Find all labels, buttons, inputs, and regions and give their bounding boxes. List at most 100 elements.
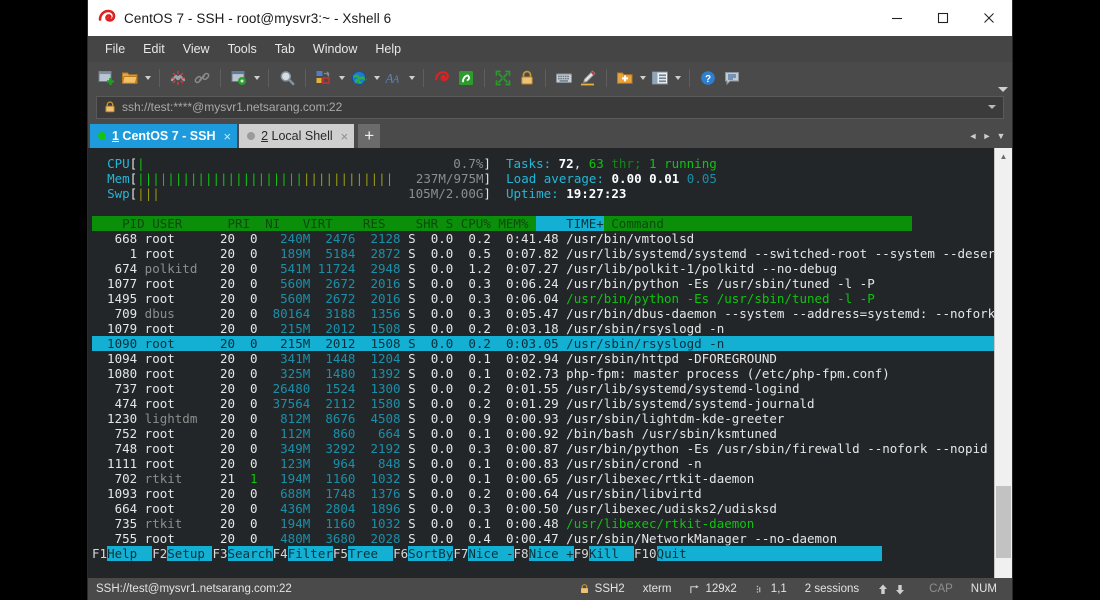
keyboard-macro-icon[interactable]: [552, 65, 576, 91]
window-title: CentOS 7 - SSH - root@mysvr3:~ - Xshell …: [124, 11, 391, 26]
tab-close-icon[interactable]: ×: [224, 129, 232, 144]
htop-process-row[interactable]: 752 root 20 0 112M 860 664 S 0.0 0.1 0:0…: [92, 426, 994, 441]
split-view-dropdown-caret-icon[interactable]: [672, 65, 683, 91]
chat-icon[interactable]: [720, 65, 744, 91]
status-protocol-label: SSH2: [595, 583, 625, 595]
address-dropdown-caret-icon[interactable]: [988, 105, 996, 109]
find-search-icon[interactable]: [275, 65, 299, 91]
scrollbar-thumb[interactable]: [996, 486, 1011, 558]
highlight-pen-icon[interactable]: [576, 65, 600, 91]
htop-process-row[interactable]: 664 root 20 0 436M 2804 1896 S 0.0 0.3 0…: [92, 501, 994, 516]
menu-file[interactable]: File: [96, 38, 134, 60]
tab-next-icon[interactable]: ►: [980, 126, 994, 146]
status-connection: SSH://test@mysvr1.netsarang.com:22: [96, 583, 292, 595]
disconnect-icon[interactable]: [166, 65, 190, 91]
menu-edit[interactable]: Edit: [134, 38, 174, 60]
tab-status-dot-icon: [247, 132, 255, 140]
tab-centos7-ssh[interactable]: 1 CentOS 7 - SSH ×: [90, 124, 237, 148]
menu-help[interactable]: Help: [366, 38, 410, 60]
open-folder-icon[interactable]: [118, 65, 142, 91]
status-transfer: [868, 583, 920, 596]
layout-arrange-icon[interactable]: [312, 65, 336, 91]
session-properties-dropdown-caret-icon[interactable]: [251, 65, 262, 91]
help-icon[interactable]: ?: [696, 65, 720, 91]
htop-process-row[interactable]: 1090 root 20 0 215M 2012 1508 S 0.0 0.2 …: [92, 336, 994, 351]
htop-process-row[interactable]: 1080 root 20 0 325M 1480 1392 S 0.0 0.1 …: [92, 366, 994, 381]
htop-fkey-label: Nice +: [529, 546, 574, 561]
htop-process-row[interactable]: 735 rtkit 20 0 194M 1160 1032 S 0.0 0.1 …: [92, 516, 994, 531]
globe-encoding-icon[interactable]: [347, 65, 371, 91]
tab-strip-nav: ◄ ► ▼: [966, 124, 1012, 148]
menu-tab[interactable]: Tab: [266, 38, 304, 60]
toolbar-overflow-caret-icon[interactable]: [998, 87, 1008, 92]
menu-view[interactable]: View: [174, 38, 219, 60]
terminal-screen[interactable]: CPU[| 0.7%] Tasks: 72, 63 thr; 1 running…: [88, 148, 994, 578]
htop-fkey-number: F1: [92, 546, 107, 561]
address-bar[interactable]: ssh://test:****@mysvr1.netsarang.com:22: [96, 96, 1004, 119]
scrollbar-track[interactable]: [995, 165, 1012, 578]
layout-arrange-dropdown-caret-icon[interactable]: [336, 65, 347, 91]
tab-label: 1 CentOS 7 - SSH: [112, 129, 216, 143]
htop-process-row[interactable]: 674 polkitd 20 0 541M 11724 2948 S 0.0 1…: [92, 261, 994, 276]
fullscreen-icon[interactable]: [491, 65, 515, 91]
resize-icon: [689, 584, 700, 595]
session-properties-icon[interactable]: [227, 65, 251, 91]
terminal-scrollbar[interactable]: ▲: [994, 148, 1012, 578]
tab-prev-icon[interactable]: ◄: [966, 126, 980, 146]
htop-process-row[interactable]: 1093 root 20 0 688M 1748 1376 S 0.0 0.2 …: [92, 486, 994, 501]
new-tab-button[interactable]: +: [358, 124, 380, 148]
htop-process-row[interactable]: 1077 root 20 0 560M 2672 2016 S 0.0 0.3 …: [92, 276, 994, 291]
tab-close-icon[interactable]: ×: [341, 129, 349, 144]
htop-fkey-number: F6: [393, 546, 408, 561]
add-folder-icon[interactable]: [613, 65, 637, 91]
new-session-icon[interactable]: [94, 65, 118, 91]
tab-local-shell[interactable]: 2 Local Shell ×: [239, 124, 354, 148]
htop-process-row[interactable]: 709 dbus 20 0 80164 3188 1356 S 0.0 0.3 …: [92, 306, 994, 321]
htop-process-row[interactable]: 1495 root 20 0 560M 2672 2016 S 0.0 0.3 …: [92, 291, 994, 306]
xshell-logo-icon: [96, 7, 118, 29]
split-view-icon[interactable]: [648, 65, 672, 91]
htop-process-row[interactable]: 737 root 20 0 26480 1524 1300 S 0.0 0.2 …: [92, 381, 994, 396]
htop-fkey-number: F8: [514, 546, 529, 561]
htop-process-row[interactable]: 1079 root 20 0 215M 2012 1508 S 0.0 0.2 …: [92, 321, 994, 336]
status-size-label: 129x2: [705, 583, 736, 595]
menu-tools[interactable]: Tools: [219, 38, 266, 60]
lock-icon[interactable]: [515, 65, 539, 91]
htop-fkey-number: F7: [453, 546, 468, 561]
toolbar-separator: [689, 69, 690, 87]
scroll-up-button[interactable]: ▲: [995, 148, 1012, 165]
htop-process-row[interactable]: 748 root 20 0 349M 3292 2192 S 0.0 0.3 0…: [92, 441, 994, 456]
htop-process-row[interactable]: 1111 root 20 0 123M 964 848 S 0.0 0.1 0:…: [92, 456, 994, 471]
tab-title: Local Shell: [268, 129, 333, 143]
htop-process-row[interactable]: 1094 root 20 0 341M 1448 1204 S 0.0 0.1 …: [92, 351, 994, 366]
xshell-logo-icon[interactable]: [430, 65, 454, 91]
globe-encoding-dropdown-caret-icon[interactable]: [371, 65, 382, 91]
lock-icon: [103, 100, 117, 114]
htop-function-key-bar[interactable]: F1Help F2Setup F3SearchF4FilterF5Tree F6…: [92, 546, 994, 561]
reconnect-link-icon[interactable]: [190, 65, 214, 91]
tab-menu-icon[interactable]: ▼: [994, 126, 1008, 146]
maximize-button[interactable]: [920, 0, 966, 36]
xftp-icon[interactable]: [454, 65, 478, 91]
font-appearance-icon[interactable]: A A: [382, 65, 406, 91]
minimize-button[interactable]: [874, 0, 920, 36]
htop-process-row[interactable]: 1230 lightdm 20 0 812M 8676 4508 S 0.0 0…: [92, 411, 994, 426]
font-appearance-dropdown-caret-icon[interactable]: [406, 65, 417, 91]
open-folder-dropdown-caret-icon[interactable]: [142, 65, 153, 91]
htop-process-row[interactable]: 668 root 20 0 240M 2476 2128 S 0.0 0.2 0…: [92, 231, 994, 246]
htop-process-row[interactable]: 474 root 20 0 37564 2112 1580 S 0.0 0.2 …: [92, 396, 994, 411]
htop-process-row[interactable]: 702 rtkit 21 1 194M 1160 1032 S 0.0 0.1 …: [92, 471, 994, 486]
menu-window[interactable]: Window: [304, 38, 366, 60]
htop-meter-row: Mem[|||||||||||||||||||||||||||||||||| 2…: [92, 171, 994, 186]
status-protocol: SSH2: [570, 583, 634, 595]
htop-process-row[interactable]: 1 root 20 0 189M 5184 2872 S 0.0 0.5 0:0…: [92, 246, 994, 261]
address-input[interactable]: ssh://test:****@mysvr1.netsarang.com:22: [122, 100, 342, 114]
htop-fkey-number: F2: [152, 546, 167, 561]
htop-column-header[interactable]: PID USER PRI NI VIRT RES SHR S CPU% MEM%…: [92, 216, 994, 231]
htop-sort-column: TIME+: [536, 216, 604, 231]
htop-fkey-label: Help: [107, 546, 152, 561]
add-folder-dropdown-caret-icon[interactable]: [637, 65, 648, 91]
htop-fkey-label: Nice -: [468, 546, 513, 561]
close-button[interactable]: [966, 0, 1012, 36]
htop-process-row[interactable]: 755 root 20 0 480M 3680 2028 S 0.0 0.4 0…: [92, 531, 994, 546]
